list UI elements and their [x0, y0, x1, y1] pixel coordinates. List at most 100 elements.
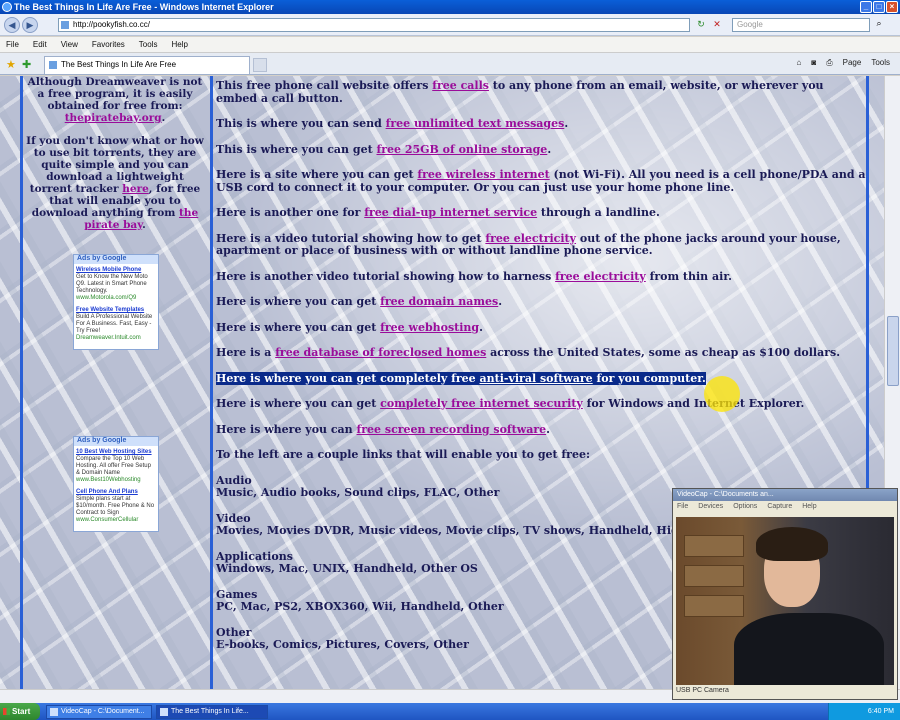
ad-url[interactable]: Dreamweaver.Intuit.com: [76, 335, 156, 342]
free-resource-link[interactable]: free screen recording software: [357, 423, 547, 436]
free-item-paragraph: This free phone call website offers free…: [216, 79, 866, 105]
stop-icon[interactable]: ✕: [710, 18, 724, 32]
item-text-before: Here is where you can get completely fre…: [216, 371, 480, 385]
task-browser[interactable]: The Best Things In Life...: [156, 705, 268, 719]
ad-title[interactable]: 10 Best Web Hosting Sites: [76, 449, 156, 456]
forward-button[interactable]: ▶: [22, 17, 38, 33]
ad-text: Compare the Top 10 Web Hosting. All offe…: [76, 456, 151, 476]
paragraph-text: Here is where you can get free webhostin…: [216, 321, 483, 334]
free-item-paragraph: This is where you can get free 25GB of o…: [216, 143, 866, 157]
cam-menu-capture[interactable]: Capture: [767, 501, 792, 513]
paragraph-text: This free phone call website offers free…: [216, 79, 824, 105]
search-icon[interactable]: ⌕: [872, 18, 886, 32]
ad-url[interactable]: www.Motorola.com/Q9: [76, 295, 156, 302]
free-resource-link[interactable]: free webhosting: [380, 321, 479, 334]
ad-url[interactable]: www.Best10Webhosting: [76, 477, 156, 484]
start-label: Start: [12, 707, 31, 716]
item-text-before: Here is where you can get: [216, 295, 381, 308]
free-resource-link[interactable]: anti-viral software: [480, 372, 593, 385]
free-item-paragraph: Here is a site where you can get free wi…: [216, 168, 866, 194]
free-item-paragraph: Here is a video tutorial showing how to …: [216, 232, 866, 258]
favorites-star-icon[interactable]: ★: [6, 58, 16, 71]
paragraph-text: This is where you can send free unlimite…: [216, 117, 568, 130]
scroll-thumb[interactable]: [887, 316, 899, 386]
webcam-window[interactable]: VideoCap - C:\Documents an... File Devic…: [672, 488, 898, 700]
free-item-paragraph: Here is where you can get completely fre…: [216, 397, 866, 411]
search-input[interactable]: Google: [732, 18, 870, 32]
categories-intro: To the left are a couple links that will…: [216, 448, 591, 461]
item-text-before: Here is a video tutorial showing how to …: [216, 231, 486, 245]
ad-title[interactable]: Cell Phone And Plans: [76, 489, 156, 496]
menu-edit[interactable]: Edit: [33, 40, 47, 49]
paragraph-text: Here is another one for free dial-up int…: [216, 206, 660, 219]
print-icon[interactable]: ⎙: [826, 58, 832, 68]
tab-title: The Best Things In Life Are Free: [61, 60, 177, 69]
close-button[interactable]: ×: [886, 1, 898, 13]
title-bar[interactable]: The Best Things In Life Are Free - Windo…: [0, 0, 900, 14]
ad-title[interactable]: Wireless Mobile Phone: [76, 267, 156, 274]
add-favorites-icon[interactable]: ✚: [22, 58, 31, 71]
middle-rule: [210, 76, 213, 689]
tab-current[interactable]: The Best Things In Life Are Free: [44, 56, 250, 74]
free-item-paragraph: Here is where you can free screen record…: [216, 422, 866, 437]
minimize-button[interactable]: _: [860, 1, 872, 13]
person-body: [734, 613, 884, 685]
home-icon[interactable]: ⌂: [797, 58, 802, 68]
free-resource-link[interactable]: free wireless internet: [417, 168, 549, 181]
menu-help[interactable]: Help: [171, 40, 187, 49]
search-placeholder: Google: [737, 20, 763, 29]
item-text-after: .: [546, 422, 550, 436]
ad-title[interactable]: Free Website Templates: [76, 307, 156, 314]
tools-menu[interactable]: Tools: [871, 58, 890, 68]
page-menu[interactable]: Page: [843, 58, 862, 68]
ad-header[interactable]: Ads by Google: [74, 437, 158, 446]
back-button[interactable]: ◀: [4, 17, 20, 33]
ie-logo-icon: [2, 2, 12, 12]
item-text-before: Here is another video tutorial showing h…: [216, 269, 556, 283]
free-resource-link[interactable]: free 25GB of online storage: [376, 143, 547, 156]
item-text-before: This free phone call website offers: [216, 79, 433, 92]
menu-file[interactable]: File: [6, 40, 19, 49]
free-item-paragraph: This is where you can send free unlimite…: [216, 117, 866, 131]
page-icon: [61, 21, 69, 29]
new-tab-button[interactable]: [253, 58, 267, 72]
menu-view[interactable]: View: [61, 40, 78, 49]
dresser-drawer: [684, 595, 744, 617]
free-resource-link[interactable]: free domain names: [380, 295, 498, 308]
cam-menu-options[interactable]: Options: [733, 501, 757, 513]
menu-favorites[interactable]: Favorites: [92, 40, 125, 49]
webcam-title[interactable]: VideoCap - C:\Documents an...: [673, 489, 897, 501]
task-videocap[interactable]: VideoCap - C:\Document...: [46, 705, 152, 719]
free-resource-link[interactable]: free database of foreclosed homes: [275, 346, 486, 359]
feeds-icon[interactable]: ◙: [811, 58, 816, 68]
piratebay-link[interactable]: thepiratebay.org: [65, 112, 162, 124]
free-resource-link[interactable]: completely free internet security: [380, 397, 583, 410]
dresser-drawer: [684, 565, 744, 587]
cam-menu-file[interactable]: File: [677, 501, 688, 513]
start-button[interactable]: Start: [0, 703, 40, 720]
ad-header[interactable]: Ads by Google: [74, 255, 158, 264]
refresh-icon[interactable]: ↻: [694, 18, 708, 32]
nav-buttons: ◀ ▶: [4, 17, 38, 33]
free-resource-link[interactable]: free electricity: [485, 232, 576, 245]
free-resource-link[interactable]: free calls: [432, 79, 489, 92]
paragraph-text: Here is a video tutorial showing how to …: [216, 232, 841, 258]
torrent-tracker-link[interactable]: here: [122, 183, 149, 195]
item-text-before: This is where you can send: [216, 117, 386, 130]
free-item-paragraph: Here is a free database of foreclosed ho…: [216, 346, 866, 360]
item-text-before: Here is where you can get: [216, 320, 381, 334]
url-text: http://pookyfish.co.cc/: [73, 20, 150, 29]
item-text-after: from thin air.: [645, 269, 732, 283]
free-resource-link[interactable]: free dial-up internet service: [364, 206, 537, 219]
cam-menu-help[interactable]: Help: [802, 501, 816, 513]
window-title: The Best Things In Life Are Free - Windo…: [14, 2, 274, 12]
address-input[interactable]: http://pookyfish.co.cc/: [58, 18, 690, 32]
free-resource-link[interactable]: free unlimited text messages: [386, 117, 565, 130]
maximize-button[interactable]: □: [873, 1, 885, 13]
cam-menu-devices[interactable]: Devices: [698, 501, 723, 513]
menu-tools[interactable]: Tools: [139, 40, 158, 49]
free-resource-link[interactable]: free electricity: [555, 270, 646, 283]
ad-url[interactable]: www.ConsumerCellular: [76, 517, 156, 524]
paragraph-text: This is where you can get free 25GB of o…: [216, 143, 551, 156]
cursor-highlight: [704, 376, 740, 412]
